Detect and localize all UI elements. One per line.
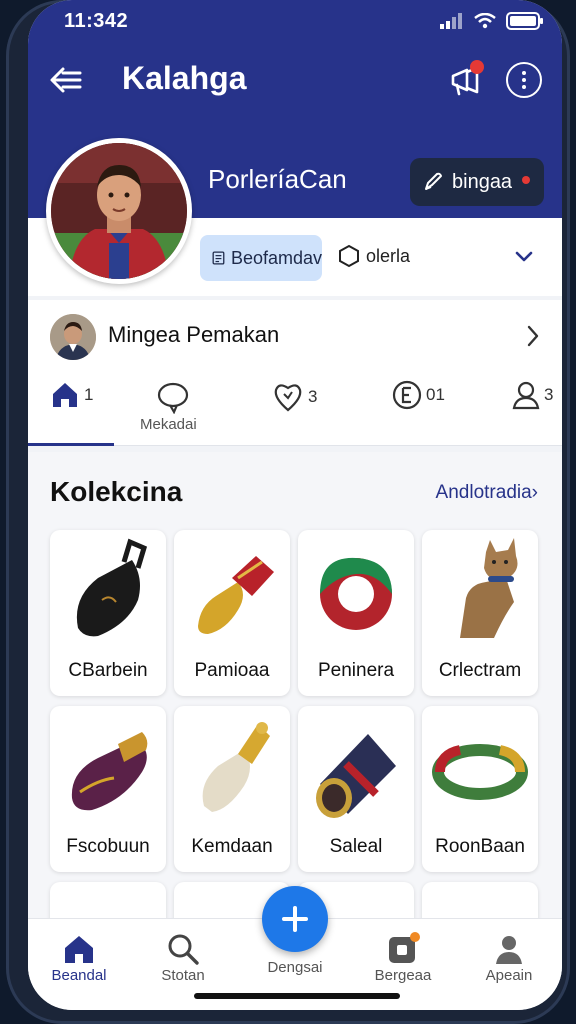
arrow-left-icon xyxy=(50,67,82,93)
more-button[interactable] xyxy=(506,62,542,98)
app-title: Kalahga xyxy=(122,60,247,96)
stat-home-value: 1 xyxy=(84,385,94,404)
status-icons xyxy=(440,12,544,30)
chip-secondary-label: olerla xyxy=(366,245,411,266)
bracelet-icon xyxy=(432,744,528,800)
gold-shoe-icon xyxy=(198,556,274,634)
back-button[interactable] xyxy=(46,60,86,100)
stat-chat[interactable] xyxy=(156,380,190,414)
status-bar: 11:342 xyxy=(28,0,562,44)
chip-secondary[interactable]: olerla xyxy=(338,244,410,268)
search-icon xyxy=(168,934,199,965)
chat-bubble-icon xyxy=(157,382,189,414)
purple-shoe-icon xyxy=(71,732,148,811)
collection-item-label: Kemdaan xyxy=(191,836,273,857)
collection-item[interactable]: RoonBaan xyxy=(422,706,538,872)
collection-item-label: RoonBaan xyxy=(435,836,525,857)
signal-icon xyxy=(440,13,462,29)
collection-item-label: Fscobuun xyxy=(66,836,150,857)
collection-item[interactable]: Peninera xyxy=(298,530,414,696)
collection-item-label: Crlectram xyxy=(438,660,522,681)
nav-item-profile[interactable]: Apeain xyxy=(464,931,554,984)
wifi-icon xyxy=(474,13,496,29)
person-outline-icon xyxy=(512,381,540,410)
status-time: 11:342 xyxy=(64,10,129,32)
user-name: Mingea Pemakan xyxy=(108,322,280,347)
collection-section: Kolekcina Andlotradia› CBarbein Pamioaa xyxy=(28,452,562,942)
stat-friends-value: 3 xyxy=(544,385,554,404)
collection-link-label: Andlotradia xyxy=(435,482,532,503)
stats-tabs: 1 Mekadai 3 01 3 xyxy=(28,374,562,446)
nav-item-badges[interactable]: Bergeaa xyxy=(358,931,448,984)
notification-dot xyxy=(470,60,484,74)
stat-energy[interactable]: 01 xyxy=(392,380,445,410)
nav-item-home[interactable]: Beandal xyxy=(34,931,124,984)
collection-item[interactable]: Crlectram xyxy=(422,530,538,696)
nav-label: Apeain xyxy=(485,967,533,984)
collection-item[interactable]: Saleal xyxy=(298,706,414,872)
collection-item-label: Peninera xyxy=(317,660,395,681)
nav-label: Dengsai xyxy=(267,959,323,976)
user-row[interactable]: Mingea Pemakan xyxy=(28,300,562,374)
battery-icon xyxy=(506,12,543,30)
stat-friends[interactable]: 3 xyxy=(512,380,553,410)
chevron-down-icon[interactable] xyxy=(512,244,536,268)
person-icon xyxy=(496,936,522,964)
home-indicator xyxy=(194,993,400,999)
hexagon-icon xyxy=(339,244,359,268)
house-icon xyxy=(53,383,77,407)
profile-name: PorleríaCan xyxy=(208,164,347,194)
pen-icon xyxy=(425,172,442,190)
scroll-icon xyxy=(316,734,396,818)
green-ring-icon xyxy=(320,557,392,630)
announcement-button[interactable] xyxy=(446,60,486,100)
collection-item[interactable]: Fscobuun xyxy=(50,706,166,872)
nav-label: Bergeaa xyxy=(374,967,432,984)
nav-item-create[interactable]: Dengsai xyxy=(250,959,340,976)
collection-see-all-link[interactable]: Andlotradia› xyxy=(436,482,538,504)
active-tab-indicator xyxy=(28,443,114,446)
stat-home[interactable]: 1 xyxy=(50,380,93,410)
player-photo xyxy=(51,143,187,279)
pearl-ornament-icon xyxy=(202,722,270,812)
nav-item-search[interactable]: Stotan xyxy=(138,931,228,984)
collection-item[interactable]: Kemdaan xyxy=(174,706,290,872)
collection-title: Kolekcina xyxy=(50,476,183,507)
stat-energy-value: 01 xyxy=(426,385,445,404)
create-fab[interactable] xyxy=(262,886,328,952)
heart-location-icon xyxy=(274,384,302,412)
home-icon xyxy=(65,936,93,963)
cat-figure-icon xyxy=(460,538,518,638)
nav-label: Stotan xyxy=(161,967,205,984)
profile-action-label: bingaa xyxy=(452,170,513,193)
screen: 11:342 Kalahga PorleríaCan bingaa Beofam… xyxy=(28,0,562,1010)
collection-item-label: CBarbein xyxy=(68,660,148,681)
app-bar: Kalahga xyxy=(28,48,562,110)
stat-heart-value: 3 xyxy=(308,387,318,406)
document-icon xyxy=(212,251,225,265)
chip-active[interactable]: Beofamdav xyxy=(200,235,322,281)
profile-avatar[interactable] xyxy=(46,138,192,284)
stat-chat-label: Mekadai xyxy=(140,416,197,433)
black-bag-icon xyxy=(76,538,148,637)
badge-icon xyxy=(389,932,420,963)
action-badge-dot xyxy=(522,176,530,184)
stat-heart[interactable]: 3 xyxy=(272,380,317,414)
energy-badge-icon xyxy=(392,380,422,410)
collection-item[interactable]: Pamioaa xyxy=(174,530,290,696)
chip-active-label: Beofamdav xyxy=(230,247,322,268)
collection-item[interactable]: CBarbein xyxy=(50,530,166,696)
chevron-right-icon xyxy=(527,325,539,347)
user-avatar xyxy=(50,314,96,360)
profile-action-button[interactable]: bingaa xyxy=(410,158,544,206)
more-vertical-icon xyxy=(522,71,526,89)
collection-item-label: Saleal xyxy=(329,836,383,857)
nav-label: Beandal xyxy=(51,967,107,984)
phone-frame: 11:342 Kalahga PorleríaCan bingaa Beofam… xyxy=(6,0,570,1024)
collection-item-label: Pamioaa xyxy=(194,660,270,681)
plus-icon xyxy=(282,906,308,932)
